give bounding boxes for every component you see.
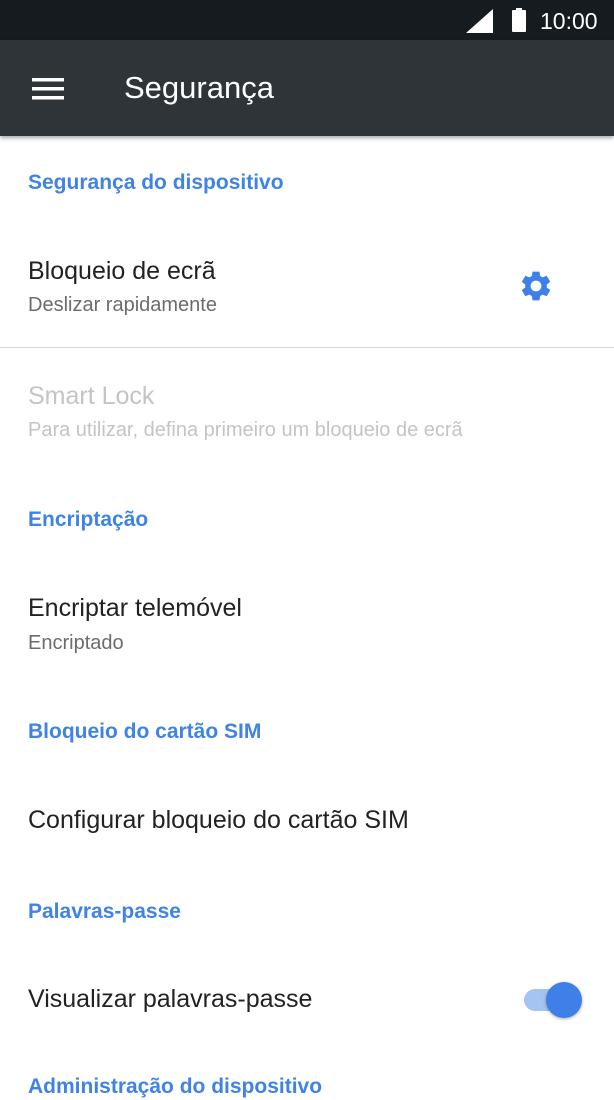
smart-lock-summary: Para utilizar, defina primeiro um bloque… <box>28 419 463 441</box>
section-header-passwords: Palavras-passe <box>28 900 181 923</box>
screen-lock-title: Bloqueio de ecrã <box>28 257 216 285</box>
section-header-device-security: Segurança do dispositivo <box>28 171 284 194</box>
screen-lock-summary: Deslizar rapidamente <box>28 294 217 316</box>
menu-button[interactable] <box>16 60 80 116</box>
app-toolbar: Segurança <box>0 40 614 136</box>
smart-lock-title: Smart Lock <box>28 382 155 410</box>
signal-icon <box>466 9 493 33</box>
smart-lock-item[interactable]: Smart Lock Para utilizar, defina primeir… <box>0 360 614 460</box>
page-title: Segurança <box>124 70 274 105</box>
show-passwords-toggle[interactable] <box>518 978 586 1022</box>
status-time: 10:00 <box>540 8 598 34</box>
encrypt-phone-title: Encriptar telemóvel <box>28 594 242 622</box>
encrypt-phone-item[interactable]: Encriptar telemóvel Encriptado <box>0 574 614 678</box>
encrypt-phone-summary: Encriptado <box>28 632 124 654</box>
status-bar: 10:00 <box>0 0 614 40</box>
show-passwords-title: Visualizar palavras-passe <box>28 985 313 1013</box>
battery-icon <box>512 8 526 32</box>
menu-icon <box>32 78 64 100</box>
section-header-device-admin: Administração do dispositivo <box>28 1075 323 1098</box>
sim-lock-configure-title: Configurar bloqueio do cartão SIM <box>28 806 409 834</box>
section-header-sim-lock: Bloqueio do cartão SIM <box>28 720 262 743</box>
section-header-encryption: Encriptação <box>28 508 149 531</box>
divider <box>0 347 614 348</box>
gear-icon <box>521 271 551 301</box>
sim-lock-configure-item[interactable]: Configurar bloqueio do cartão SIM <box>0 780 614 866</box>
toggle-thumb <box>546 982 582 1018</box>
screen-lock-settings-button[interactable] <box>506 258 566 314</box>
